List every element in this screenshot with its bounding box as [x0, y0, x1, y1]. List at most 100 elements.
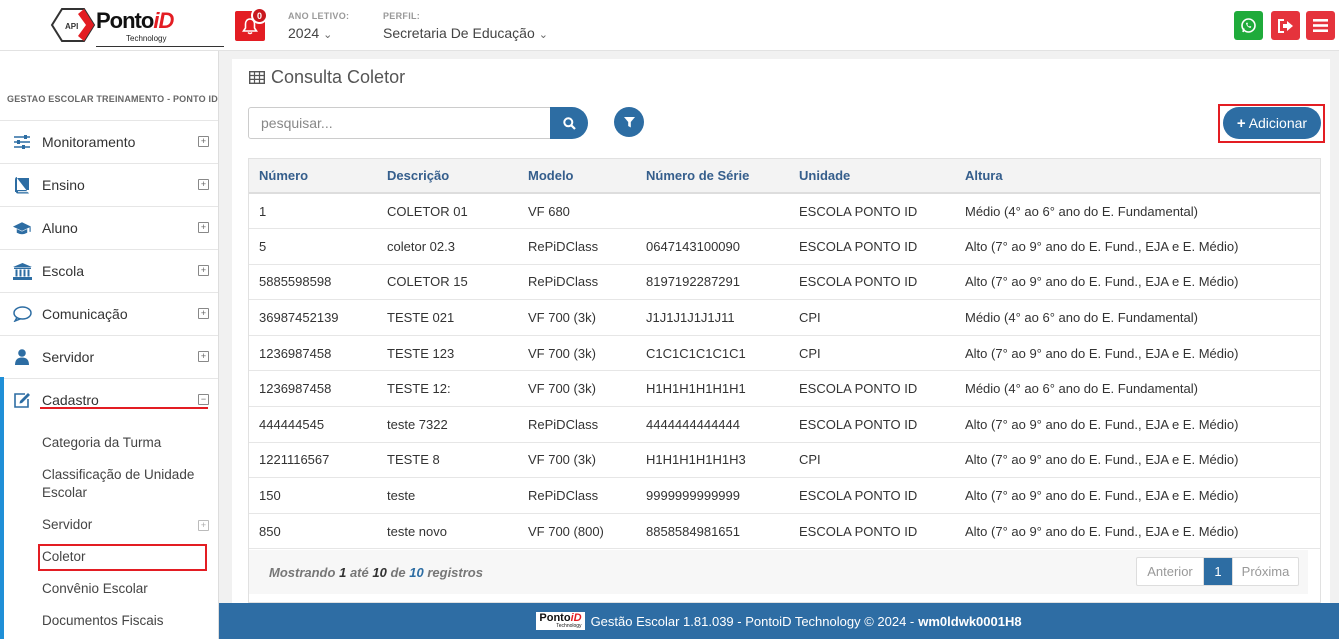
sidebar-item-label: Escola	[42, 263, 85, 279]
column-header-unidade[interactable]: Unidade	[789, 159, 955, 194]
coletor-table: Número Descrição Modelo Número de Série …	[248, 158, 1321, 603]
submenu-classificacao-unidade[interactable]: Classificação de Unidade	[42, 467, 194, 482]
sidebar-item-label: Servidor	[42, 349, 95, 365]
sidebar-item-monitoramento[interactable]: Monitoramento +	[0, 120, 218, 163]
cell-modelo: RePiDClass	[518, 406, 636, 443]
table-row[interactable]: 444444545 teste 7322 RePiDClass 44444444444…	[249, 406, 1320, 443]
cell-altura: Médio (4° ao 6° ano do E. Fundamental)	[955, 370, 1320, 408]
submenu-convenio-escolar[interactable]: Convênio Escolar	[42, 581, 148, 596]
table-row[interactable]: 1 COLETOR 01 VF 680 ESCOLA PONTO ID Médio (4…	[249, 193, 1320, 230]
pagination-next[interactable]: Próxima	[1232, 558, 1298, 585]
cell-modelo: RePiDClass	[518, 264, 636, 301]
column-header-descricao[interactable]: Descrição	[377, 159, 518, 194]
whatsapp-button[interactable]	[1234, 11, 1263, 40]
cell-altura: Alto (7° ao 9° ano do E. Fund., EJA e E.…	[955, 442, 1320, 479]
search-icon	[562, 116, 576, 130]
table-row[interactable]: 5885598598 COLETOR 15 RePiDClass 8197192287…	[249, 264, 1320, 301]
sidebar-item-label: Aluno	[42, 220, 78, 236]
pagination-previous[interactable]: Anterior	[1137, 558, 1204, 585]
submenu-servidor[interactable]: Servidor	[42, 517, 92, 532]
table-row[interactable]: 5 coletor 02.3 RePiDClass 0647143100090 ESCO…	[249, 228, 1320, 265]
submenu-categoria-da-turma[interactable]: Categoria da Turma	[42, 435, 161, 450]
school-name: GESTAO ESCOLAR TREINAMENTO - PONTO ID	[7, 94, 218, 104]
logo-subtitle: Technology	[126, 34, 167, 43]
top-header: API PontoiD Technology 0 ANO LETIVO: 202…	[0, 0, 1339, 51]
user-icon	[12, 348, 32, 366]
search-button[interactable]	[550, 107, 588, 139]
cell-altura: Alto (7° ao 9° ano do E. Fund., EJA e E.…	[955, 228, 1320, 265]
sidebar: GESTAO ESCOLAR TREINAMENTO - PONTO ID Mo…	[0, 51, 219, 639]
sidebar-item-escola[interactable]: Escola +	[0, 249, 218, 292]
cell-descricao: TESTE 12:	[377, 370, 518, 408]
table-row[interactable]: 850 teste novo VF 700 (800) 8858584981651 ES…	[249, 513, 1320, 550]
footer-logo: PontoiD Technology	[536, 612, 585, 630]
pagination-page-1[interactable]: 1	[1204, 558, 1232, 585]
expand-plus-icon: +	[198, 222, 209, 233]
main-panel: Consulta Coletor + Adicionar Número Desc…	[232, 59, 1330, 607]
table-row[interactable]: 1236987458 TESTE 123 VF 700 (3k) C1C1C1C1C1…	[249, 335, 1320, 372]
footer-text: Gestão Escolar 1.81.039 - PontoiD Techno…	[590, 613, 915, 629]
cell-descricao: teste 7322	[377, 406, 518, 443]
sidebar-item-label: Comunicação	[42, 306, 128, 322]
cell-altura: Alto (7° ao 9° ano do E. Fund., EJA e E.…	[955, 335, 1320, 372]
cell-unidade: CPI	[789, 335, 955, 372]
page-title: Consulta Coletor	[249, 67, 405, 88]
sidebar-item-label: Ensino	[42, 177, 85, 193]
sidebar-item-comunicacao[interactable]: Comunicação +	[0, 292, 218, 335]
active-section-indicator	[0, 377, 4, 639]
cell-unidade: ESCOLA PONTO ID	[789, 513, 955, 550]
cell-numero: 444444545	[249, 406, 377, 443]
table-row[interactable]: 1236987458 TESTE 12: VF 700 (3k) H1H1H1H1H1…	[249, 370, 1320, 408]
column-header-numero-serie[interactable]: Número de Série	[636, 159, 789, 194]
cell-numero: 5	[249, 228, 377, 265]
graduation-cap-icon	[12, 219, 32, 237]
column-header-modelo[interactable]: Modelo	[518, 159, 636, 194]
menu-button[interactable]	[1306, 11, 1335, 40]
cell-descricao: TESTE 021	[377, 299, 518, 336]
sidebar-item-cadastro[interactable]: Cadastro −	[0, 378, 218, 421]
api-hexagon-icon: API	[50, 8, 96, 42]
column-header-altura[interactable]: Altura	[955, 159, 1320, 194]
cell-modelo: RePiDClass	[518, 477, 636, 514]
cell-unidade: ESCOLA PONTO ID	[789, 406, 955, 443]
sidebar-item-ensino[interactable]: Ensino +	[0, 163, 218, 206]
cell-descricao: TESTE 8	[377, 442, 518, 479]
cell-unidade: CPI	[789, 299, 955, 336]
cell-modelo: VF 700 (3k)	[518, 370, 636, 408]
cell-unidade: ESCOLA PONTO ID	[789, 228, 955, 265]
cell-numero: 1236987458	[249, 370, 377, 408]
sliders-icon	[12, 133, 32, 151]
chat-icon	[12, 305, 32, 323]
sidebar-item-aluno[interactable]: Aluno +	[0, 206, 218, 249]
page-footer: PontoiD Technology Gestão Escolar 1.81.0…	[219, 603, 1339, 639]
search-input[interactable]	[248, 107, 551, 139]
cell-numero: 150	[249, 477, 377, 514]
add-button-label: Adicionar	[1248, 115, 1308, 131]
table-row[interactable]: 1221116567 TESTE 8 VF 700 (3k) H1H1H1H1H1H3…	[249, 442, 1320, 479]
table-row[interactable]: 36987452139 TESTE 021 VF 700 (3k) J1J1J1J1J…	[249, 299, 1320, 336]
cell-modelo: RePiDClass	[518, 228, 636, 265]
submenu-documentos-fiscais[interactable]: Documentos Fiscais	[42, 613, 164, 628]
table-header-row: Número Descrição Modelo Número de Série …	[249, 159, 1320, 194]
cell-serie: J1J1J1J1J1J11	[636, 299, 789, 336]
pontoid-logo[interactable]: API PontoiD Technology	[44, 2, 224, 48]
perfil-select[interactable]: Secretaria De Educação ⌄	[383, 25, 548, 41]
cell-serie: 9999999999999	[636, 477, 789, 514]
sidebar-item-servidor[interactable]: Servidor +	[0, 335, 218, 378]
table-icon	[249, 71, 265, 84]
ano-letivo-label: ANO LETIVO:	[288, 11, 350, 21]
cell-serie: 8858584981651	[636, 513, 789, 550]
table-row[interactable]: 150 teste RePiDClass 9999999999999 ESCOLA PO…	[249, 477, 1320, 514]
submenu-classificacao-unidade-line2[interactable]: Escolar	[42, 485, 87, 500]
expand-plus-icon: +	[198, 351, 209, 362]
cell-altura: Alto (7° ao 9° ano do E. Fund., EJA e E.…	[955, 406, 1320, 443]
cell-descricao: TESTE 123	[377, 335, 518, 372]
logout-button[interactable]	[1271, 11, 1300, 40]
cell-numero: 1221116567	[249, 442, 377, 479]
add-button[interactable]: + Adicionar	[1223, 107, 1321, 139]
records-summary: Mostrando 1 até 10 de 10 registros	[269, 565, 483, 580]
edit-icon	[12, 391, 32, 409]
filter-button[interactable]	[614, 107, 644, 137]
ano-letivo-select[interactable]: 2024 ⌄	[288, 25, 332, 41]
column-header-numero[interactable]: Número	[249, 159, 377, 194]
